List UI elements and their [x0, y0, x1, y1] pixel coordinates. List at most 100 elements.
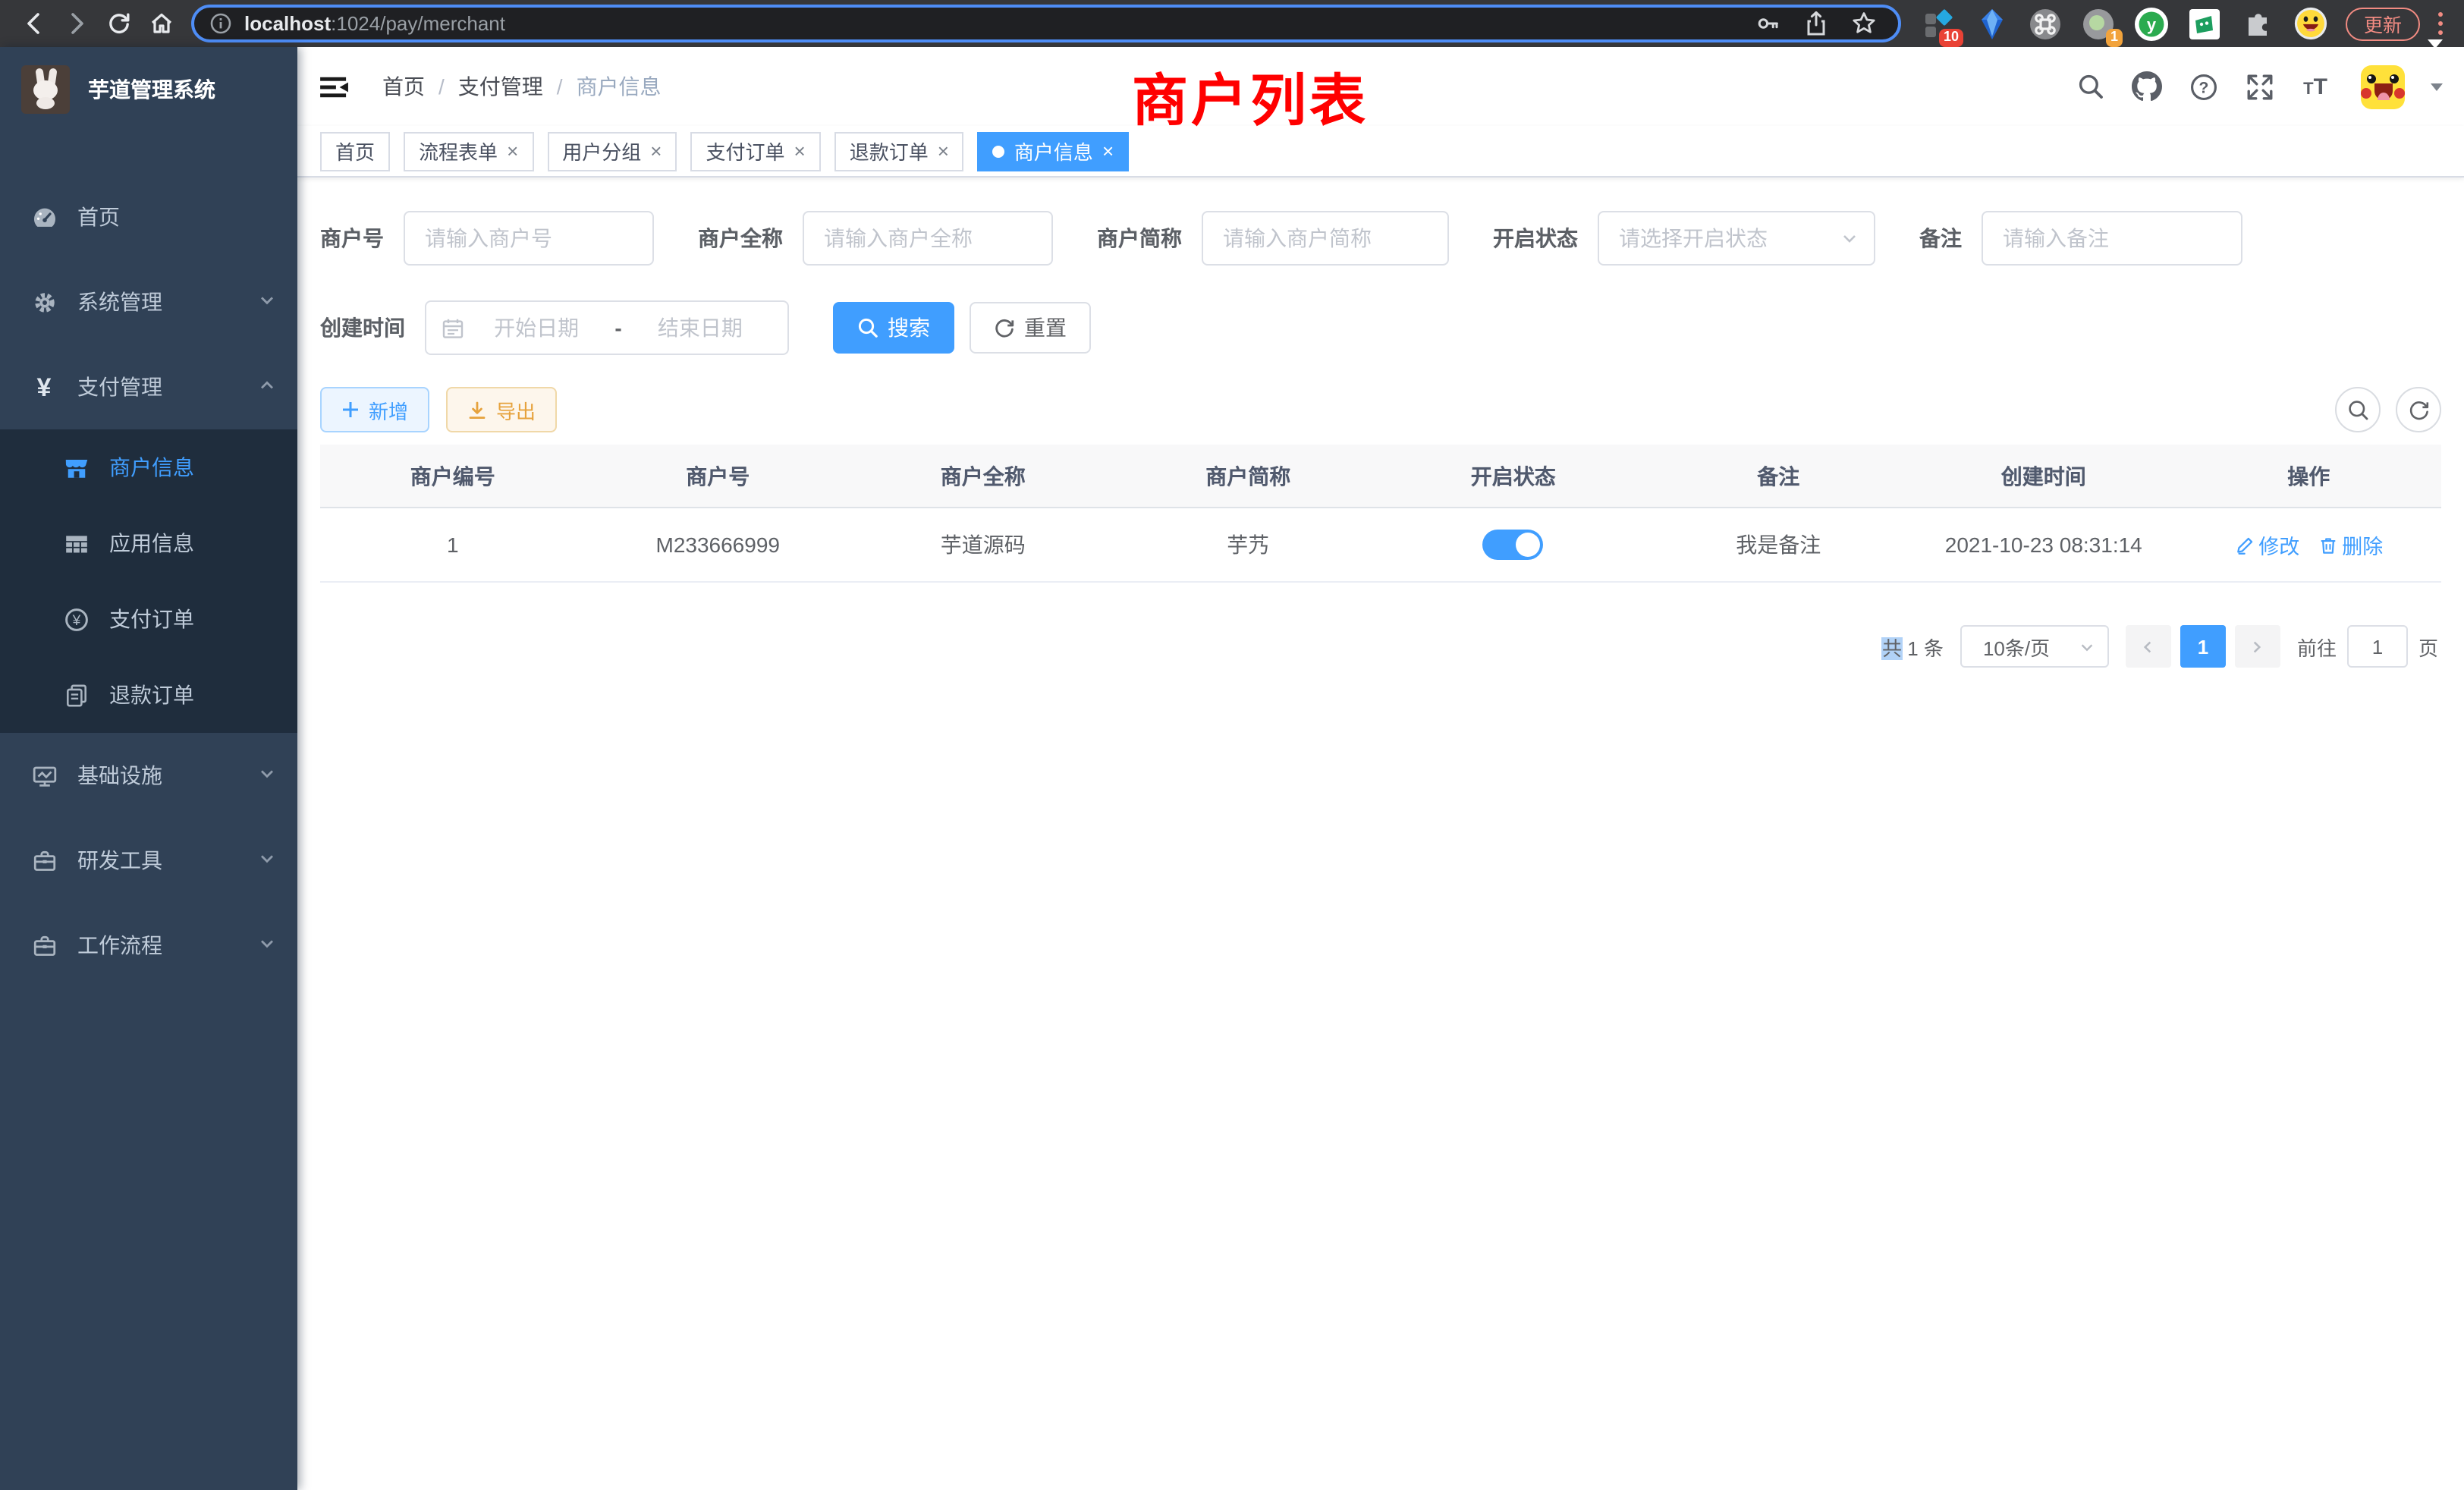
- status-select[interactable]: 请选择开启状态: [1598, 211, 1875, 266]
- toolbox-icon: [30, 847, 58, 873]
- breadcrumb-current: 商户信息: [577, 71, 662, 102]
- sidebar-item-label: 首页: [77, 202, 120, 232]
- status-toggle[interactable]: [1483, 530, 1544, 560]
- forward-icon: [63, 11, 89, 36]
- export-button[interactable]: 导出: [446, 387, 557, 432]
- extensions-puzzle-icon[interactable]: [2241, 7, 2274, 40]
- col-status: 开启状态: [1381, 445, 1646, 507]
- sidebar-item-dev-tools[interactable]: 研发工具: [0, 818, 297, 903]
- add-button[interactable]: 新增: [320, 387, 429, 432]
- chevron-down-icon: [258, 933, 276, 957]
- merchant-no-input[interactable]: [404, 211, 654, 266]
- close-icon[interactable]: ×: [794, 141, 806, 161]
- goto-page-input[interactable]: [2347, 625, 2408, 668]
- extension-green-card-icon[interactable]: [2188, 7, 2221, 40]
- merchant-no-label: 商户号: [320, 223, 384, 253]
- browser-forward-button[interactable]: [55, 4, 97, 43]
- sidebar-item-pay-order[interactable]: ¥ 支付订单: [0, 581, 297, 657]
- share-icon[interactable]: [1804, 11, 1828, 36]
- main-area: 首页 / 支付管理 / 商户信息 ?: [297, 47, 2464, 1490]
- table-toolbar: 新增 导出: [320, 387, 2441, 432]
- tag-refund-order[interactable]: 退款订单×: [834, 131, 964, 171]
- browser-home-button[interactable]: [140, 4, 182, 43]
- address-bar[interactable]: localhost:1024/pay/merchant: [191, 5, 1901, 42]
- search-icon: [2077, 73, 2104, 100]
- extension-y-icon[interactable]: y: [2135, 7, 2168, 40]
- payment-submenu: 商户信息 应用信息 ¥ 支付订单: [0, 429, 297, 733]
- sidebar-item-merchant-info[interactable]: 商户信息: [0, 429, 297, 505]
- sidebar-item-system[interactable]: 系统管理: [0, 259, 297, 344]
- close-icon[interactable]: ×: [650, 141, 662, 161]
- sidebar-item-home[interactable]: 首页: [0, 174, 297, 259]
- sidebar-item-app-info[interactable]: 应用信息: [0, 505, 297, 581]
- end-date-placeholder[interactable]: 结束日期: [628, 313, 772, 343]
- cell-merchant-no: M233666999: [586, 508, 851, 581]
- start-date-placeholder[interactable]: 开始日期: [464, 313, 608, 343]
- show-search-toggle-button[interactable]: [2335, 387, 2381, 432]
- breadcrumb-home[interactable]: 首页: [382, 71, 425, 102]
- help-docs-button[interactable]: ?: [2186, 70, 2220, 103]
- header-search-button[interactable]: [2074, 70, 2107, 103]
- close-icon[interactable]: ×: [1102, 141, 1114, 161]
- user-avatar[interactable]: [2361, 64, 2405, 108]
- sidebar-collapse-button[interactable]: [320, 74, 361, 99]
- col-full-name: 商户全称: [850, 445, 1116, 507]
- bookmark-star-icon[interactable]: [1851, 11, 1877, 36]
- storefront-icon: [62, 454, 90, 480]
- prev-page-button[interactable]: [2126, 625, 2171, 668]
- browser-back-button[interactable]: [12, 4, 55, 43]
- delete-link[interactable]: 删除: [2318, 530, 2383, 560]
- create-time-range-picker[interactable]: 开始日期 - 结束日期: [425, 300, 789, 355]
- search-button[interactable]: 搜索: [833, 302, 954, 354]
- goto-label: 前往: [2297, 632, 2337, 661]
- full-name-input[interactable]: [803, 211, 1053, 266]
- chevron-down-icon: [258, 763, 276, 787]
- edit-link[interactable]: 修改: [2234, 530, 2299, 560]
- sidebar-item-refund-order[interactable]: 退款订单: [0, 657, 297, 733]
- sidebar-item-infrastructure[interactable]: 基础设施: [0, 733, 297, 818]
- chevron-down-icon: [2079, 638, 2095, 655]
- user-menu-caret-icon[interactable]: [2431, 83, 2443, 90]
- tag-user-group[interactable]: 用户分组×: [547, 131, 677, 171]
- tag-merchant-info[interactable]: 商户信息×: [978, 131, 1129, 171]
- profile-avatar-emoji[interactable]: [2294, 7, 2327, 40]
- extensions-row: 10 1 y: [1922, 7, 2327, 40]
- reload-icon: [105, 11, 131, 36]
- page-number-current[interactable]: 1: [2180, 625, 2226, 668]
- fullscreen-button[interactable]: [2242, 70, 2276, 103]
- svg-text:y: y: [2147, 14, 2157, 33]
- close-icon[interactable]: ×: [938, 141, 949, 161]
- browser-update-button[interactable]: 更新: [2346, 7, 2420, 40]
- font-size-button[interactable]: TT: [2299, 70, 2332, 103]
- app-logo-row[interactable]: 芋道管理系统: [0, 47, 297, 132]
- extension-blue-diamond-icon[interactable]: 10: [1922, 7, 1956, 40]
- cell-merchant-id: 1: [320, 508, 586, 581]
- tag-home[interactable]: 首页: [320, 131, 390, 171]
- extension-command-icon[interactable]: [2029, 7, 2062, 40]
- breadcrumb-payment: 支付管理: [458, 71, 543, 102]
- remark-input[interactable]: [1982, 211, 2242, 266]
- tag-process-form[interactable]: 流程表单×: [404, 131, 533, 171]
- reset-button[interactable]: 重置: [970, 302, 1091, 354]
- col-merchant-no: 商户号: [586, 445, 851, 507]
- document-copy-icon: [62, 682, 90, 708]
- fullscreen-icon: [2245, 72, 2274, 101]
- sidebar-item-workflow[interactable]: 工作流程: [0, 903, 297, 988]
- extension-green-dot-icon[interactable]: 1: [2082, 7, 2115, 40]
- close-icon[interactable]: ×: [507, 141, 518, 161]
- github-link[interactable]: [2130, 70, 2164, 103]
- browser-menu-icon[interactable]: [2429, 12, 2452, 34]
- page-size-select[interactable]: 10条/页: [1960, 625, 2109, 668]
- tag-pay-order[interactable]: 支付订单×: [690, 131, 820, 171]
- table-header-row: 商户编号 商户号 商户全称 商户简称 开启状态 备注 创建时间 操作: [320, 445, 2441, 508]
- status-label: 开启状态: [1493, 223, 1578, 253]
- browser-reload-button[interactable]: [97, 4, 140, 43]
- extension-balloon-icon[interactable]: [1975, 7, 2009, 40]
- browser-toolbar: localhost:1024/pay/merchant 10 1: [0, 0, 2464, 47]
- sidebar-item-payment[interactable]: ¥ 支付管理: [0, 344, 297, 429]
- refresh-table-button[interactable]: [2396, 387, 2441, 432]
- sidebar-item-label: 支付订单: [109, 604, 194, 634]
- short-name-input[interactable]: [1202, 211, 1449, 266]
- next-page-button[interactable]: [2235, 625, 2280, 668]
- password-key-icon[interactable]: [1755, 11, 1781, 36]
